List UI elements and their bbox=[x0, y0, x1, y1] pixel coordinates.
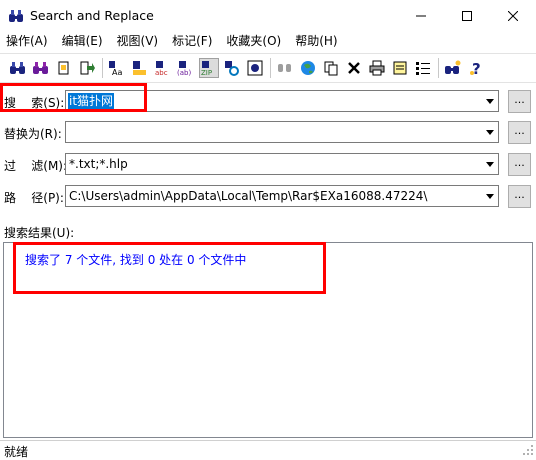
globe-button[interactable] bbox=[298, 58, 318, 78]
abc-button[interactable]: abc bbox=[153, 58, 173, 78]
results-message: 搜索了 7 个文件, 找到 0 处在 0 个文件中 bbox=[25, 253, 247, 267]
menu-bar: 操作(A) 编辑(E) 视图(V) 标记(F) 收藏夹(O) 帮助(H) bbox=[0, 31, 536, 51]
path-browse-button[interactable]: ... bbox=[508, 185, 531, 208]
menu-operation[interactable]: 操作(A) bbox=[0, 31, 55, 51]
mark-icon bbox=[58, 61, 69, 75]
menu-favorites[interactable]: 收藏夹(O) bbox=[219, 31, 288, 51]
abc-icon: abc bbox=[155, 61, 168, 76]
results-panel[interactable]: 搜索了 7 个文件, 找到 0 处在 0 个文件中 bbox=[3, 242, 533, 438]
find-icon bbox=[10, 62, 25, 74]
filter-browse-button[interactable]: ... bbox=[508, 153, 531, 176]
copy-button[interactable] bbox=[321, 58, 341, 78]
filter-dropdown-button[interactable] bbox=[481, 154, 498, 174]
close-icon bbox=[508, 10, 518, 21]
resize-grip-icon[interactable] bbox=[522, 444, 534, 456]
binoculars-icon bbox=[9, 9, 23, 22]
list-button[interactable] bbox=[413, 58, 433, 78]
regex-button[interactable]: (ab) bbox=[176, 58, 196, 78]
whole-word-icon bbox=[133, 61, 146, 75]
print-icon bbox=[369, 60, 385, 76]
replace-button[interactable] bbox=[275, 58, 295, 78]
menu-mark[interactable]: 标记(F) bbox=[165, 31, 219, 51]
regex-icon: (ab) bbox=[177, 61, 191, 76]
notes-button[interactable] bbox=[390, 58, 410, 78]
maximize-icon bbox=[462, 10, 472, 21]
filter-combo[interactable]: *.txt;*.hlp bbox=[65, 153, 499, 175]
status-text: 就绪 bbox=[4, 445, 29, 459]
minimize-icon bbox=[416, 15, 426, 16]
chevron-down-icon bbox=[485, 161, 494, 167]
zip-button[interactable]: ZIP bbox=[199, 58, 219, 78]
chevron-down-icon bbox=[485, 129, 494, 135]
filter-row: 过 滤(M): *.txt;*.hlp ... bbox=[0, 153, 536, 177]
globe-icon bbox=[301, 61, 315, 75]
minimize-button[interactable] bbox=[398, 0, 444, 31]
print-button[interactable] bbox=[367, 58, 387, 78]
path-label: 路 径(P): bbox=[4, 191, 64, 205]
search-label: 搜 索(S): bbox=[4, 96, 65, 110]
menu-edit[interactable]: 编辑(E) bbox=[55, 31, 110, 51]
menu-help[interactable]: 帮助(H) bbox=[288, 31, 344, 51]
chevron-down-icon bbox=[485, 98, 494, 104]
search-combo[interactable]: it猫扑网 bbox=[65, 90, 499, 112]
replace-icon bbox=[278, 64, 291, 72]
results-label: 搜索结果(U): bbox=[4, 226, 75, 240]
zip-icon: ZIP bbox=[201, 61, 212, 76]
refresh-icon bbox=[225, 61, 239, 76]
close-button[interactable] bbox=[490, 0, 536, 31]
search-browse-button[interactable]: ... bbox=[508, 90, 531, 113]
delete-icon bbox=[348, 62, 360, 74]
path-row: 路 径(P): C:\Users\admin\AppData\Local\Tem… bbox=[0, 185, 536, 209]
search-row: 搜 索(S): it猫扑网 ... bbox=[0, 90, 536, 114]
path-dropdown-button[interactable] bbox=[481, 186, 498, 206]
goto-icon bbox=[80, 61, 95, 75]
filter-input[interactable]: *.txt;*.hlp bbox=[69, 157, 128, 171]
refresh-button[interactable] bbox=[222, 58, 242, 78]
help-icon: ? bbox=[470, 60, 481, 76]
status-bar: 就绪 bbox=[0, 440, 536, 459]
web-button[interactable] bbox=[245, 58, 265, 78]
svg-text:(ab): (ab) bbox=[177, 69, 191, 76]
svg-text:abc: abc bbox=[155, 69, 168, 76]
menu-view[interactable]: 视图(V) bbox=[110, 31, 166, 51]
svg-text:Aa: Aa bbox=[112, 68, 122, 76]
case-icon: Aa bbox=[109, 61, 122, 76]
copy-icon bbox=[324, 61, 338, 76]
replace-row: 替换为(R): ... bbox=[0, 121, 536, 145]
notes-icon bbox=[393, 61, 407, 75]
find-next-button[interactable] bbox=[31, 58, 51, 78]
filter-label: 过 滤(M): bbox=[4, 159, 68, 173]
find-next-icon bbox=[33, 62, 48, 74]
help-button[interactable]: ? bbox=[466, 58, 486, 78]
chevron-down-icon bbox=[485, 193, 494, 199]
about-icon bbox=[445, 60, 461, 74]
search-dropdown-button[interactable] bbox=[481, 91, 498, 111]
whole-word-button[interactable] bbox=[130, 58, 150, 78]
replace-dropdown-button[interactable] bbox=[481, 122, 498, 142]
about-button[interactable] bbox=[443, 58, 463, 78]
find-button[interactable] bbox=[8, 58, 28, 78]
goto-button[interactable] bbox=[77, 58, 97, 78]
list-icon bbox=[416, 62, 430, 75]
search-input[interactable]: it猫扑网 bbox=[68, 93, 115, 109]
path-input[interactable]: C:\Users\admin\AppData\Local\Temp\Rar$EX… bbox=[69, 189, 427, 203]
web-icon bbox=[247, 60, 263, 76]
maximize-button[interactable] bbox=[444, 0, 490, 31]
window-title: Search and Replace bbox=[30, 8, 154, 23]
replace-combo[interactable] bbox=[65, 121, 499, 143]
delete-button[interactable] bbox=[344, 58, 364, 78]
path-combo[interactable]: C:\Users\admin\AppData\Local\Temp\Rar$EX… bbox=[65, 185, 499, 207]
case-button[interactable]: Aa bbox=[107, 58, 127, 78]
svg-text:ZIP: ZIP bbox=[201, 69, 212, 76]
toolbar: Aa abc (ab) ZIP ? bbox=[0, 53, 536, 83]
replace-label: 替换为(R): bbox=[4, 127, 62, 141]
mark-button[interactable] bbox=[54, 58, 74, 78]
title-bar: Search and Replace bbox=[0, 0, 536, 31]
replace-browse-button[interactable]: ... bbox=[508, 121, 531, 144]
